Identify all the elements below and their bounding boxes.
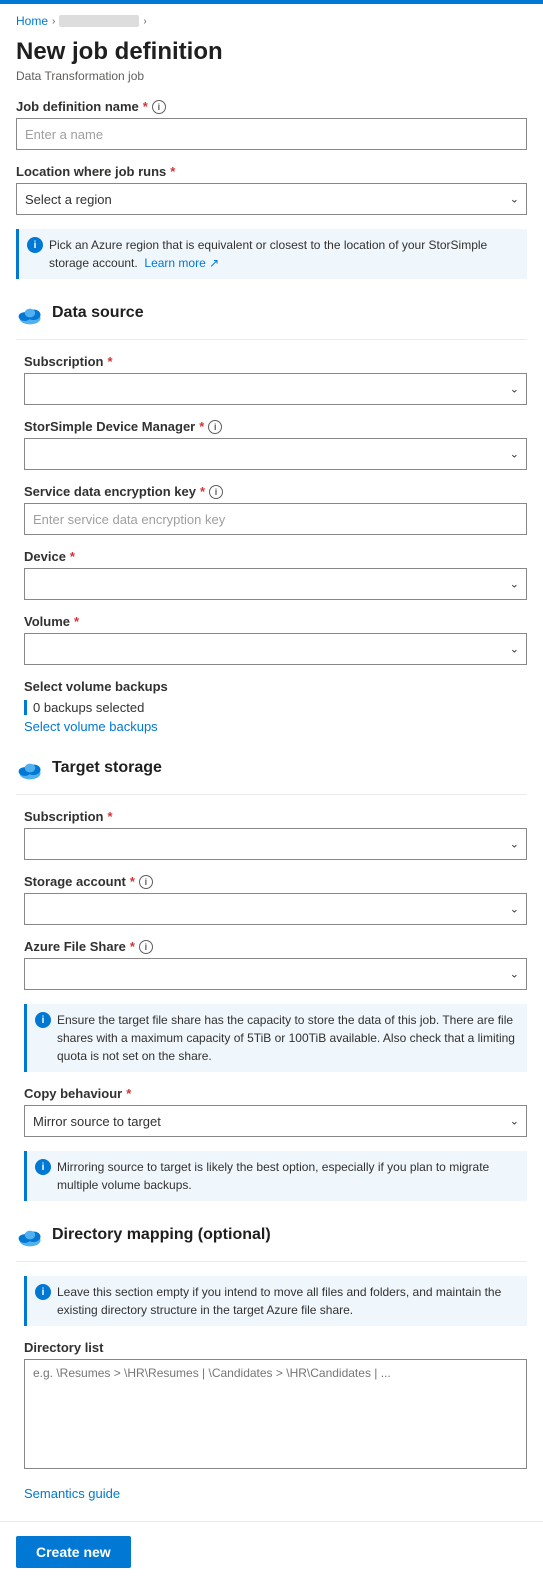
mirror-info-circle: i bbox=[35, 1159, 51, 1175]
device-select[interactable] bbox=[24, 568, 527, 600]
device-label: Device * bbox=[24, 549, 527, 564]
encryption-key-info-icon[interactable]: i bbox=[209, 485, 223, 499]
copy-behaviour-label: Copy behaviour * bbox=[24, 1086, 527, 1101]
directory-mapping-title: Directory mapping (optional) bbox=[52, 1226, 271, 1244]
volume-backups-section: Select volume backups 0 backups selected… bbox=[24, 679, 527, 734]
create-new-button[interactable]: Create new bbox=[16, 1536, 131, 1568]
location-required: * bbox=[170, 164, 175, 179]
select-volume-backups-link[interactable]: Select volume backups bbox=[24, 719, 527, 734]
required-marker: * bbox=[143, 99, 148, 114]
storsimple-manager-info-icon[interactable]: i bbox=[208, 420, 222, 434]
volume-label: Volume * bbox=[24, 614, 527, 629]
location-label: Location where job runs * bbox=[16, 164, 527, 179]
volume-select[interactable] bbox=[24, 633, 527, 665]
directory-mapping-info-circle: i bbox=[35, 1284, 51, 1300]
data-source-divider bbox=[16, 339, 527, 340]
directory-mapping-info-box: i Leave this section empty if you intend… bbox=[24, 1276, 527, 1326]
storsimple-manager-group: StorSimple Device Manager * i ⌄ bbox=[24, 419, 527, 470]
azure-file-share-select-wrapper: ⌄ bbox=[24, 958, 527, 990]
azure-file-share-group: Azure File Share * i ⌄ bbox=[24, 939, 527, 990]
directory-mapping-info-text: Leave this section empty if you intend t… bbox=[57, 1283, 519, 1319]
ts-subscription-select-wrapper: ⌄ bbox=[24, 828, 527, 860]
page-subtitle: Data Transformation job bbox=[16, 69, 527, 83]
storage-account-info-icon[interactable]: i bbox=[139, 875, 153, 889]
data-source-header: Data source bbox=[16, 299, 527, 327]
target-storage-title: Target storage bbox=[52, 759, 162, 777]
backups-count: 0 backups selected bbox=[24, 700, 527, 715]
job-name-info-icon[interactable]: i bbox=[152, 100, 166, 114]
breadcrumb-home[interactable]: Home bbox=[16, 14, 48, 28]
ds-subscription-select[interactable] bbox=[24, 373, 527, 405]
volume-group: Volume * ⌄ bbox=[24, 614, 527, 665]
job-definition-name-label: Job definition name * i bbox=[16, 99, 527, 114]
breadcrumb: Home › › bbox=[16, 14, 527, 28]
azure-file-share-info-icon[interactable]: i bbox=[139, 940, 153, 954]
device-group: Device * ⌄ bbox=[24, 549, 527, 600]
copy-behaviour-group: Copy behaviour * Mirror source to target… bbox=[24, 1086, 527, 1137]
storsimple-manager-label: StorSimple Device Manager * i bbox=[24, 419, 527, 434]
location-info-box: i Pick an Azure region that is equivalen… bbox=[16, 229, 527, 279]
learn-more-link[interactable]: Learn more ↗ bbox=[144, 256, 219, 270]
target-storage-header: Target storage bbox=[16, 754, 527, 782]
copy-behaviour-select-wrapper: Mirror source to target Copy source to t… bbox=[24, 1105, 527, 1137]
storage-account-label: Storage account * i bbox=[24, 874, 527, 889]
encryption-key-label: Service data encryption key * i bbox=[24, 484, 527, 499]
storage-account-select[interactable] bbox=[24, 893, 527, 925]
target-storage-body: Subscription * ⌄ Storage account * i bbox=[16, 809, 527, 1201]
storsimple-manager-select[interactable] bbox=[24, 438, 527, 470]
external-link-icon: ↗ bbox=[209, 256, 219, 270]
breadcrumb-chevron1: › bbox=[52, 16, 55, 27]
storsimple-manager-select-wrapper: ⌄ bbox=[24, 438, 527, 470]
ds-subscription-select-wrapper: ⌄ bbox=[24, 373, 527, 405]
directory-list-label: Directory list bbox=[24, 1340, 527, 1355]
location-select-wrapper: Select a region ⌄ bbox=[16, 183, 527, 215]
page-title: New job definition bbox=[16, 36, 527, 67]
ds-subscription-label: Subscription * bbox=[24, 354, 527, 369]
ts-subscription-label: Subscription * bbox=[24, 809, 527, 824]
ds-subscription-group: Subscription * ⌄ bbox=[24, 354, 527, 405]
directory-list-textarea[interactable] bbox=[24, 1359, 527, 1469]
storage-account-group: Storage account * i ⌄ bbox=[24, 874, 527, 925]
ts-subscription-group: Subscription * ⌄ bbox=[24, 809, 527, 860]
volume-backups-label: Select volume backups bbox=[24, 679, 527, 694]
directory-mapping-header: Directory mapping (optional) bbox=[16, 1221, 527, 1249]
data-source-cloud-icon bbox=[16, 299, 44, 327]
file-share-info-box: i Ensure the target file share has the c… bbox=[24, 1004, 527, 1072]
job-definition-name-group: Job definition name * i bbox=[16, 99, 527, 150]
target-storage-cloud-icon bbox=[16, 754, 44, 782]
azure-file-share-select[interactable] bbox=[24, 958, 527, 990]
job-definition-name-input[interactable] bbox=[16, 118, 527, 150]
mirror-info-text: Mirroring source to target is likely the… bbox=[57, 1158, 519, 1194]
file-share-info-text: Ensure the target file share has the cap… bbox=[57, 1011, 519, 1065]
target-storage-divider bbox=[16, 794, 527, 795]
location-group: Location where job runs * Select a regio… bbox=[16, 164, 527, 215]
directory-mapping-cloud-icon bbox=[16, 1221, 44, 1249]
copy-behaviour-select[interactable]: Mirror source to target Copy source to t… bbox=[24, 1105, 527, 1137]
data-source-title: Data source bbox=[52, 304, 144, 322]
directory-mapping-divider bbox=[16, 1261, 527, 1262]
encryption-key-input[interactable] bbox=[24, 503, 527, 535]
breadcrumb-masked bbox=[59, 15, 139, 27]
footer-bar: Create new bbox=[0, 1521, 543, 1582]
azure-file-share-label: Azure File Share * i bbox=[24, 939, 527, 954]
location-info-text: Pick an Azure region that is equivalent … bbox=[49, 236, 519, 272]
file-share-info-circle: i bbox=[35, 1012, 51, 1028]
breadcrumb-chevron2: › bbox=[143, 16, 146, 27]
mirror-info-box: i Mirroring source to target is likely t… bbox=[24, 1151, 527, 1201]
ts-subscription-select[interactable] bbox=[24, 828, 527, 860]
directory-list-group: Directory list bbox=[24, 1340, 527, 1472]
directory-mapping-body: i Leave this section empty if you intend… bbox=[16, 1276, 527, 1501]
volume-select-wrapper: ⌄ bbox=[24, 633, 527, 665]
location-info-icon: i bbox=[27, 237, 43, 253]
storage-account-select-wrapper: ⌄ bbox=[24, 893, 527, 925]
encryption-key-group: Service data encryption key * i bbox=[24, 484, 527, 535]
location-select[interactable]: Select a region bbox=[16, 183, 527, 215]
data-source-body: Subscription * ⌄ StorSimple Device Manag… bbox=[16, 354, 527, 734]
device-select-wrapper: ⌄ bbox=[24, 568, 527, 600]
